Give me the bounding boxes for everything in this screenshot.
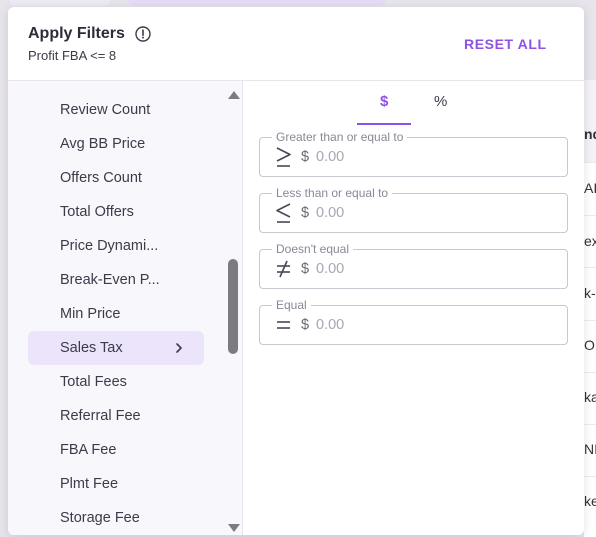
sidebar-item-fba-fee[interactable]: FBA Fee: [28, 433, 204, 467]
equal-field: Equal $: [259, 298, 568, 345]
background-tab-active: [128, 0, 386, 6]
sidebar-item-label: Storage Fee: [60, 510, 140, 526]
row-divider: [584, 215, 596, 216]
scrollbar-thumb[interactable]: [228, 259, 238, 354]
sidebar-item-break-even-price[interactable]: Break-Even P...: [28, 263, 204, 297]
info-icon[interactable]: [135, 26, 151, 42]
field-label: Greater than or equal to: [272, 130, 408, 144]
equal-icon: [274, 313, 294, 337]
equal-input[interactable]: [316, 314, 546, 336]
active-tab-indicator: [357, 123, 411, 125]
tab-dollar[interactable]: $: [380, 93, 388, 110]
background-table-header: [584, 80, 596, 162]
sidebar-item-label: Avg BB Price: [60, 136, 146, 152]
currency-symbol: $: [301, 317, 310, 333]
background-table-cell: AI: [584, 180, 596, 196]
sidebar-item-label: Referral Fee: [60, 408, 141, 424]
sidebar-item-label: Total Offers: [60, 204, 134, 220]
sidebar-item-label: Offers Count: [60, 170, 142, 186]
sidebar-item-label: Review Count: [60, 102, 151, 118]
sidebar-item-label: Plmt Fee: [60, 476, 119, 492]
currency-symbol: $: [301, 261, 310, 277]
background-table-cell: k-: [584, 285, 596, 301]
currency-symbol: $: [301, 205, 310, 221]
sidebar-item-storage-fee[interactable]: Storage Fee: [28, 501, 204, 535]
greater-equal-input[interactable]: [316, 146, 546, 168]
less-equal-field: Less than or equal to $: [259, 186, 568, 233]
greater-equal-field: Greater than or equal to $: [259, 130, 568, 177]
active-filter-summary: Profit FBA <= 8: [28, 48, 117, 63]
sidebar-item-price-dynamics[interactable]: Price Dynami...: [28, 229, 204, 263]
row-divider: [584, 320, 596, 321]
unit-tabs: $ %: [244, 81, 584, 127]
row-divider: [584, 162, 596, 163]
apply-filters-panel: Apply Filters Profit FBA <= 8 RESET ALL …: [8, 7, 584, 535]
filter-category-list: Review Count Avg BB Price Offers Count T…: [8, 81, 243, 535]
sidebar-item-offers-count[interactable]: Offers Count: [28, 161, 204, 195]
row-divider: [584, 424, 596, 425]
reset-all-button[interactable]: RESET ALL: [464, 36, 547, 52]
field-label: Doesn't equal: [272, 242, 354, 256]
sidebar-item-label: Min Price: [60, 306, 121, 322]
sidebar-item-label: Break-Even P...: [60, 272, 160, 288]
sidebar-item-label: Total Fees: [60, 374, 127, 390]
background-tab: [10, 0, 110, 6]
background-table: nd AI ex k- OF ka NI ke: [584, 80, 596, 537]
tab-percent[interactable]: %: [434, 93, 447, 110]
not-equal-field: Doesn't equal $: [259, 242, 568, 289]
chevron-right-icon: [174, 341, 184, 355]
sidebar-item-label: Sales Tax: [60, 340, 123, 356]
sidebar-item-plmt-fee[interactable]: Plmt Fee: [28, 467, 204, 501]
row-divider: [584, 267, 596, 268]
background-table-cell: NI: [584, 441, 596, 457]
sidebar-item-total-offers[interactable]: Total Offers: [28, 195, 204, 229]
panel-title: Apply Filters: [28, 25, 125, 42]
not-equal-icon: [274, 257, 294, 281]
sidebar-item-label: Price Dynami...: [60, 238, 159, 254]
field-label: Equal: [272, 298, 311, 312]
sidebar-item-avg-bb-price[interactable]: Avg BB Price: [28, 127, 204, 161]
sidebar-item-total-fees[interactable]: Total Fees: [28, 365, 204, 399]
field-label: Less than or equal to: [272, 186, 393, 200]
row-divider: [584, 476, 596, 477]
currency-symbol: $: [301, 149, 310, 165]
not-equal-input[interactable]: [316, 258, 546, 280]
background-table-cell: ke: [584, 493, 596, 509]
sidebar-item-referral-fee[interactable]: Referral Fee: [28, 399, 204, 433]
greater-equal-icon: [274, 145, 294, 169]
background-table-cell: OF: [584, 337, 596, 353]
background-table-cell: ex: [584, 233, 596, 249]
scroll-down-arrow-icon[interactable]: [227, 520, 241, 532]
background-table-cell: nd: [584, 126, 596, 142]
sidebar-item-sales-tax[interactable]: Sales Tax: [28, 331, 204, 365]
background-table-cell: ka: [584, 389, 596, 405]
less-equal-input[interactable]: [316, 202, 546, 224]
panel-header: Apply Filters Profit FBA <= 8 RESET ALL: [8, 7, 584, 81]
sidebar-item-review-count[interactable]: Review Count: [28, 93, 204, 127]
row-divider: [584, 372, 596, 373]
less-equal-icon: [274, 201, 294, 225]
sidebar-item-min-price[interactable]: Min Price: [28, 297, 204, 331]
scroll-up-arrow-icon[interactable]: [227, 87, 241, 99]
sidebar-item-label: FBA Fee: [60, 442, 117, 458]
